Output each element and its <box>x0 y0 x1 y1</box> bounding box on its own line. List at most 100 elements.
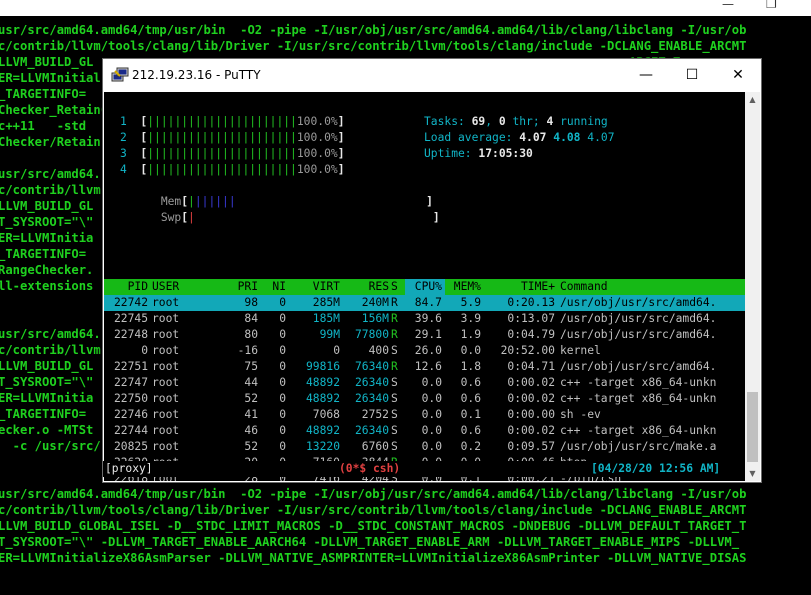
process-cell-time[interactable]: 0:00.00 <box>499 407 555 423</box>
process-cell-ni[interactable]: 0 <box>262 327 286 343</box>
process-cell-user[interactable]: root <box>152 423 212 439</box>
process-cell-pri[interactable]: 75 <box>228 359 258 375</box>
process-cell-pri[interactable]: 41 <box>228 407 258 423</box>
process-cell-pri[interactable]: 44 <box>228 375 258 391</box>
putty-titlebar[interactable]: 212.19.23.16 - PuTTY — ☐ ✕ <box>103 59 761 92</box>
process-cell-cmd[interactable]: /usr/obj/usr/src/amd64. <box>560 327 744 343</box>
process-cell-mem[interactable]: 3.9 <box>447 311 481 327</box>
column-header-s[interactable]: S <box>391 279 401 295</box>
process-cell-cpu[interactable]: 0.0 <box>406 423 442 439</box>
process-cell-pid[interactable]: 20825 <box>104 439 148 455</box>
outer-restore-button[interactable]: ❐ <box>766 0 777 11</box>
process-cell-pri[interactable]: 52 <box>228 391 258 407</box>
column-header-time[interactable]: TIME+ <box>499 279 555 295</box>
outer-minimize-button[interactable]: — <box>722 0 734 11</box>
process-cell-pid[interactable]: 22742 <box>104 295 148 311</box>
process-cell-cpu[interactable]: 0.0 <box>406 391 442 407</box>
process-cell-s[interactable]: S <box>391 439 401 455</box>
process-cell-time[interactable]: 0:09.57 <box>499 439 555 455</box>
process-cell-cmd[interactable]: /usr/obj/usr/src/amd64. <box>560 359 744 375</box>
process-cell-user[interactable]: root <box>152 407 212 423</box>
process-cell-ni[interactable]: 0 <box>262 407 286 423</box>
process-cell-pid[interactable]: 22751 <box>104 359 148 375</box>
process-cell-mem[interactable]: 1.9 <box>447 327 481 343</box>
process-cell-s[interactable]: S <box>391 407 401 423</box>
process-cell-s[interactable]: R <box>391 295 401 311</box>
process-cell-mem[interactable]: 0.0 <box>447 343 481 359</box>
process-cell-cmd[interactable]: /usr/obj/usr/src/make.a <box>560 439 744 455</box>
scroll-down-arrow-icon[interactable]: ▼ <box>745 466 760 481</box>
process-cell-time[interactable]: 0:00.02 <box>499 391 555 407</box>
process-cell-res[interactable]: 77800 <box>355 327 389 343</box>
process-cell-user[interactable]: root <box>152 359 212 375</box>
process-cell-time[interactable]: 0:00.02 <box>499 375 555 391</box>
process-cell-time[interactable]: 0:04.71 <box>499 359 555 375</box>
process-cell-pid[interactable]: 0 <box>104 343 148 359</box>
column-header-res[interactable]: RES <box>355 279 389 295</box>
process-cell-ni[interactable]: 0 <box>262 295 286 311</box>
process-cell-res[interactable]: 400 <box>355 343 389 359</box>
column-header-mem[interactable]: MEM% <box>447 279 481 295</box>
process-cell-user[interactable]: root <box>152 295 212 311</box>
process-cell-s[interactable]: S <box>391 375 401 391</box>
process-cell-s[interactable]: S <box>391 423 401 439</box>
process-cell-ni[interactable]: 0 <box>262 391 286 407</box>
process-cell-ni[interactable]: 0 <box>262 311 286 327</box>
process-cell-mem[interactable]: 0.1 <box>447 407 481 423</box>
process-cell-mem[interactable]: 0.6 <box>447 375 481 391</box>
maximize-button[interactable]: ☐ <box>669 59 715 92</box>
column-header-virt[interactable]: VIRT <box>302 279 340 295</box>
process-cell-pri[interactable]: -16 <box>228 343 258 359</box>
process-cell-virt[interactable]: 7068 <box>302 407 340 423</box>
process-cell-res[interactable]: 240M <box>355 295 389 311</box>
process-cell-s[interactable]: S <box>391 343 401 359</box>
process-cell-res[interactable]: 26340 <box>355 391 389 407</box>
process-cell-cpu[interactable]: 39.6 <box>406 311 442 327</box>
process-cell-virt[interactable]: 99816 <box>302 359 340 375</box>
process-cell-cpu[interactable]: 0.0 <box>406 439 442 455</box>
close-button[interactable]: ✕ <box>715 59 761 92</box>
process-cell-virt[interactable]: 48892 <box>302 423 340 439</box>
process-cell-virt[interactable]: 0 <box>302 343 340 359</box>
column-header-pri[interactable]: PRI <box>228 279 258 295</box>
process-cell-res[interactable]: 2752 <box>355 407 389 423</box>
process-cell-cmd[interactable]: /usr/obj/usr/src/amd64. <box>560 295 744 311</box>
process-cell-pid[interactable]: 22747 <box>104 375 148 391</box>
process-cell-cpu[interactable]: 0.0 <box>406 375 442 391</box>
process-cell-virt[interactable]: 48892 <box>302 375 340 391</box>
process-cell-pid[interactable]: 22748 <box>104 327 148 343</box>
column-header-cpu[interactable]: CPU% <box>406 279 442 295</box>
process-cell-cpu[interactable]: 12.6 <box>406 359 442 375</box>
process-cell-res[interactable]: 26340 <box>355 375 389 391</box>
process-cell-pri[interactable]: 52 <box>228 439 258 455</box>
minimize-button[interactable]: — <box>623 59 669 92</box>
column-header-ni[interactable]: NI <box>262 279 286 295</box>
process-cell-ni[interactable]: 0 <box>262 375 286 391</box>
process-cell-mem[interactable]: 0.6 <box>447 423 481 439</box>
process-cell-cmd[interactable]: c++ -target x86_64-unkn <box>560 375 744 391</box>
column-header-user[interactable]: USER <box>152 279 212 295</box>
process-cell-time[interactable]: 0:04.79 <box>499 327 555 343</box>
process-cell-pri[interactable]: 98 <box>228 295 258 311</box>
process-cell-pid[interactable]: 22750 <box>104 391 148 407</box>
scroll-thumb[interactable] <box>747 392 758 462</box>
process-cell-pri[interactable]: 46 <box>228 423 258 439</box>
process-cell-cmd[interactable]: sh -ev <box>560 407 744 423</box>
process-cell-time[interactable]: 20:52.00 <box>499 343 555 359</box>
process-cell-user[interactable]: root <box>152 327 212 343</box>
process-cell-cpu[interactable]: 0.0 <box>406 407 442 423</box>
process-cell-time[interactable]: 0:00.02 <box>499 423 555 439</box>
process-cell-res[interactable]: 26340 <box>355 423 389 439</box>
process-cell-time[interactable]: 0:13.07 <box>499 311 555 327</box>
process-cell-mem[interactable]: 5.9 <box>447 295 481 311</box>
process-cell-cpu[interactable]: 29.1 <box>406 327 442 343</box>
process-cell-res[interactable]: 76340 <box>355 359 389 375</box>
scroll-up-arrow-icon[interactable]: ▲ <box>745 92 760 107</box>
column-header-pid[interactable]: PID <box>104 279 148 295</box>
process-cell-mem[interactable]: 0.6 <box>447 391 481 407</box>
process-cell-cpu[interactable]: 84.7 <box>406 295 442 311</box>
process-cell-user[interactable]: root <box>152 439 212 455</box>
process-cell-mem[interactable]: 0.2 <box>447 439 481 455</box>
process-cell-ni[interactable]: 0 <box>262 439 286 455</box>
process-cell-cpu[interactable]: 26.0 <box>406 343 442 359</box>
